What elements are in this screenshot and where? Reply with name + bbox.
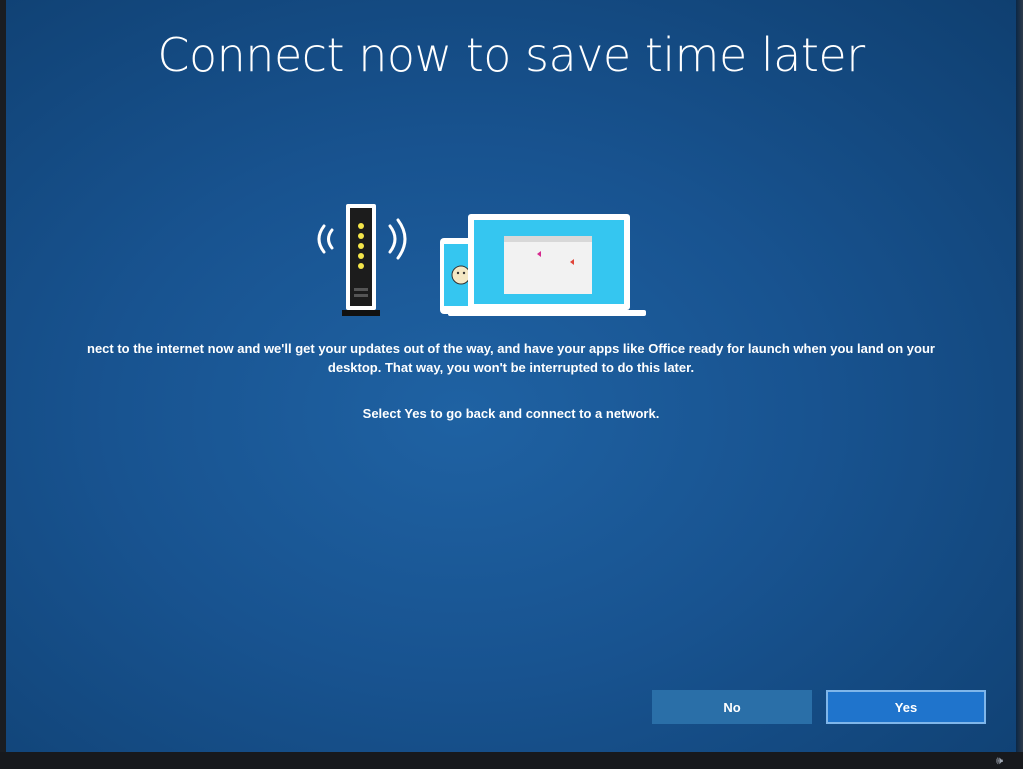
- no-button[interactable]: No: [652, 690, 812, 724]
- router-icon: [342, 204, 380, 316]
- oobe-screen: Connect now to save time later nect to t…: [6, 0, 1016, 752]
- prompt-text: Select Yes to go back and connect to a n…: [362, 406, 660, 421]
- wifi-waves-right-icon: [388, 218, 407, 260]
- yes-button-label: Yes: [894, 699, 918, 715]
- description-line-2: desktop. That way, you won't be interrup…: [327, 360, 695, 375]
- description-line-1: nect to the internet now and we'll get y…: [87, 341, 935, 356]
- monitor-bezel-right: [1016, 0, 1023, 769]
- no-button-label: No: [723, 699, 741, 715]
- description-text: nect to the internet now and we'll get y…: [6, 339, 1016, 377]
- monitor-bezel-bottom: [0, 752, 1023, 769]
- connect-illustration: [317, 204, 646, 316]
- wifi-waves-left-icon: [317, 224, 334, 254]
- laptop-icon: [448, 214, 646, 316]
- page-title: Connect now to save time later: [157, 28, 865, 82]
- yes-button[interactable]: Yes: [826, 690, 986, 724]
- speaker-icon[interactable]: 🕪: [996, 754, 1003, 768]
